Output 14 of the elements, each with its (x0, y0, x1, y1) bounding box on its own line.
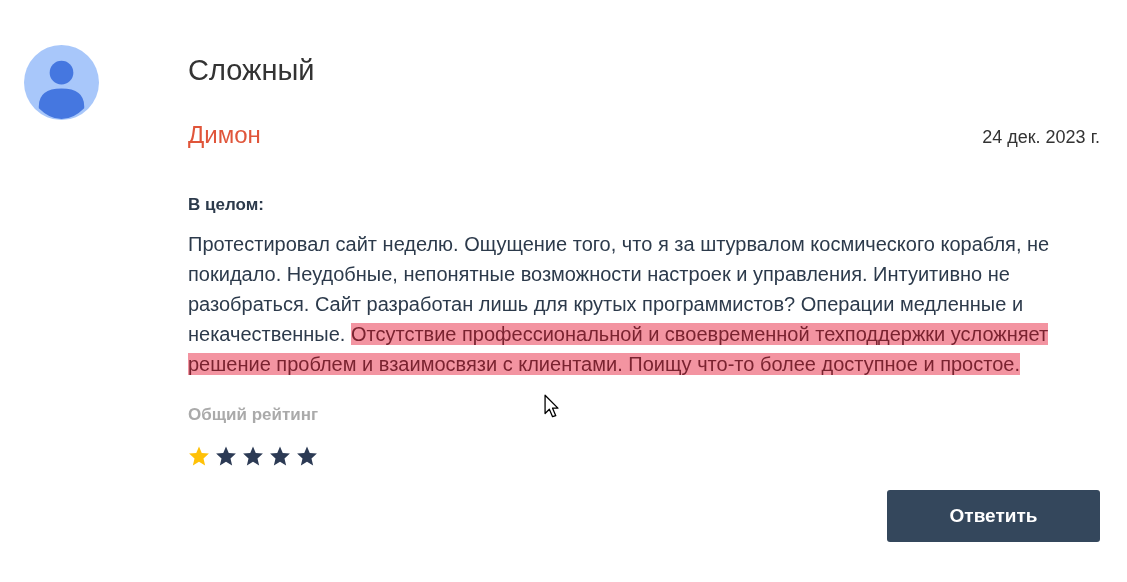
author-name: Димон (188, 121, 261, 149)
star-icon (242, 445, 264, 467)
reply-button[interactable]: Ответить (887, 490, 1100, 542)
star-icon (296, 445, 318, 467)
section-label: В целом: (188, 195, 265, 215)
star-icon (188, 445, 210, 467)
avatar-icon (24, 45, 99, 120)
review-title: Сложный (188, 53, 316, 88)
cursor-icon (544, 394, 559, 418)
rating-label: Общий рейтинг (188, 405, 319, 425)
star-icon (215, 445, 237, 467)
review-date: 24 дек. 2023 г. (982, 127, 1100, 148)
star-icon (269, 445, 291, 467)
review-text: Протестировал сайт неделю. Ощущение того, что я за штурвалом космического корабля, не покидало. Неудобные, непонятные возможности настроек и управления. Интуитивно не разобраться. Сайт разработан лишь для крутых программистов? Операции медленные и некачественные. Отсутствие профессиональной и своевременной техподдержки усложняет решение проблем и взаимосвязи с клиентами. Поищу что-то более доступное и простое. (188, 232, 1051, 377)
